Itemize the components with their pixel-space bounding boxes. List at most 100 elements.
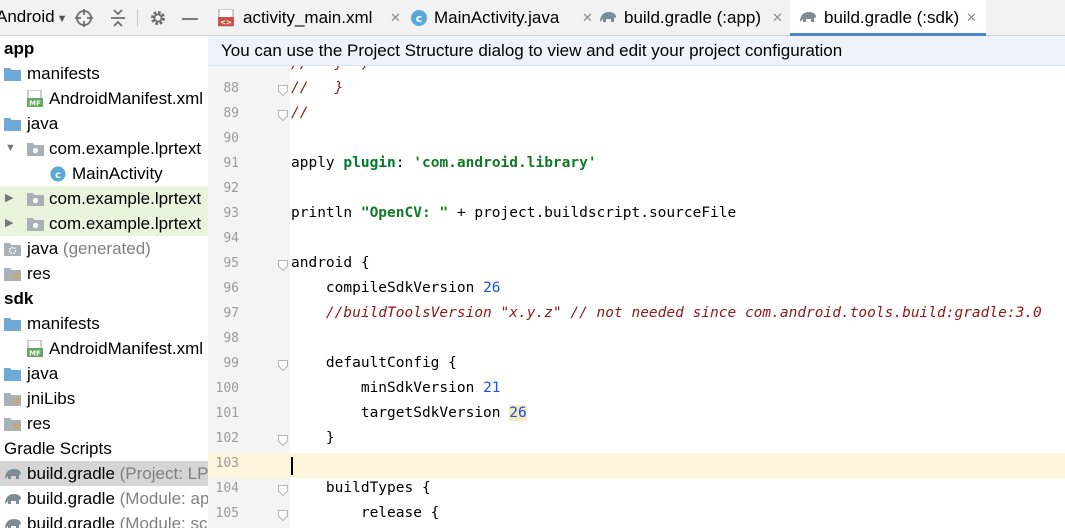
tab-main-activity-java[interactable]: c MainActivity.java ✕ — [410, 0, 598, 36]
code-token: 21 — [483, 380, 501, 396]
code-line[interactable]: 99 defaultConfig { — [208, 353, 1065, 378]
tree-node-label: java — [27, 114, 59, 133]
code-line[interactable]: 94 — [208, 228, 1065, 253]
tab-label: build.gradle (:sdk) — [824, 8, 960, 27]
code-line-current[interactable]: 103 — [208, 453, 1065, 478]
code-editor[interactable]: // } ) 88 // } 89 // 90 91 apply plugin: 'com.… — [208, 66, 1065, 528]
chevron-right-icon[interactable]: ▶ — [5, 211, 13, 236]
gradle-elephant-icon — [800, 12, 816, 22]
code-text: println "OpenCV: " + project.buildscript… — [291, 205, 736, 221]
fold-marker-icon[interactable] — [278, 85, 288, 96]
code-line[interactable]: 100 minSdkVersion 21 — [208, 378, 1065, 403]
gradle-elephant-icon — [5, 494, 21, 504]
project-tree: app manifests MF AndroidManifest.xml jav… — [0, 36, 209, 528]
tree-node-manifest-file[interactable]: MF AndroidManifest.xml — [0, 86, 208, 111]
tree-node-sdk[interactable]: sdk — [0, 286, 208, 311]
fold-marker-icon[interactable] — [278, 360, 288, 371]
tree-node-app[interactable]: app — [0, 36, 208, 61]
code-line[interactable]: 91 apply plugin: 'com.android.library' — [208, 153, 1065, 178]
tree-node-label: AndroidManifest.xml — [49, 89, 204, 108]
manifest-file-icon: MF — [27, 340, 43, 358]
code-line[interactable]: 95 android { — [208, 253, 1065, 278]
code-line[interactable]: 104 buildTypes { — [208, 478, 1065, 503]
resource-folder-icon — [4, 418, 21, 431]
line-number: 93 — [223, 206, 239, 221]
tree-node-build-gradle-sdk[interactable]: build.gradle (Module: sc — [0, 511, 208, 528]
tree-node-package[interactable]: ▶ com.example.lprtext — [0, 186, 208, 211]
fold-marker-icon[interactable] — [278, 510, 288, 521]
code-line[interactable]: 105 release { — [208, 503, 1065, 528]
line-number: 97 — [223, 306, 239, 321]
code-token: compileSdkVersion — [291, 280, 484, 296]
tab-build-gradle-sdk[interactable]: build.gradle (:sdk) ✕ — [790, 0, 986, 36]
code-line[interactable]: 92 — [208, 178, 1065, 203]
fold-marker-icon[interactable] — [278, 110, 288, 121]
tree-node-build-gradle-app[interactable]: build.gradle (Module: ap — [0, 486, 208, 511]
tree-node-manifests[interactable]: manifests — [0, 311, 208, 336]
close-icon[interactable]: ✕ — [390, 0, 401, 36]
tree-node-label: res — [27, 414, 51, 433]
code-text: // — [291, 105, 308, 121]
layout-file-icon: <> — [218, 9, 234, 27]
code-text: compileSdkVersion 26 — [291, 280, 501, 296]
tree-node-java-generated[interactable]: java (generated) — [0, 236, 208, 261]
chevron-right-icon[interactable]: ▶ — [5, 186, 13, 211]
tree-node-res[interactable]: res — [0, 261, 208, 286]
close-icon[interactable]: ✕ — [772, 0, 783, 36]
tab-label: MainActivity.java — [434, 8, 560, 27]
tree-node-label: res — [27, 264, 51, 283]
tree-node-label: app — [4, 39, 35, 58]
code-token: apply — [291, 155, 344, 171]
close-icon[interactable]: ✕ — [966, 0, 977, 36]
tab-label: build.gradle (:app) — [624, 8, 762, 27]
line-number: 101 — [215, 406, 239, 421]
tree-node-package[interactable]: ▶ com.example.lprtext — [0, 211, 208, 236]
tree-node-label: build.gradle — [27, 489, 115, 508]
tree-node-build-gradle-project[interactable]: build.gradle (Project: LP — [0, 461, 208, 486]
code-line[interactable]: 101 targetSdkVersion 26 — [208, 403, 1065, 428]
collapse-all-icon[interactable] — [108, 8, 128, 28]
tree-node-java[interactable]: java — [0, 361, 208, 386]
code-token: buildTypes { — [291, 480, 431, 496]
folder-icon — [4, 318, 21, 331]
code-line[interactable]: 97 //buildToolsVersion "x.y.z" // not ne… — [208, 303, 1065, 328]
target-icon[interactable] — [74, 8, 94, 28]
tree-node-manifests[interactable]: manifests — [0, 61, 208, 86]
gear-icon[interactable] — [148, 8, 168, 28]
tree-node-label-group: build.gradle (Module: sc — [27, 511, 208, 528]
tree-node-java[interactable]: java — [0, 111, 208, 136]
line-number: 96 — [223, 281, 239, 296]
fold-marker-icon[interactable] — [278, 435, 288, 446]
tree-node-jnilibs[interactable]: jniLibs — [0, 386, 208, 411]
code-line[interactable]: 98 — [208, 328, 1065, 353]
tree-node-res[interactable]: res — [0, 411, 208, 436]
tree-node-main-activity[interactable]: c MainActivity — [0, 161, 208, 186]
code-line[interactable]: 90 — [208, 128, 1065, 153]
svg-text:c: c — [416, 12, 423, 25]
banner-text: You can use the Project Structure dialog… — [221, 41, 843, 60]
tree-node-gradle-scripts[interactable]: Gradle Scripts — [0, 436, 208, 461]
tab-build-gradle-app[interactable]: build.gradle (:app) ✕ — [598, 0, 788, 36]
code-line[interactable]: 93 println "OpenCV: " + project.buildscri… — [208, 203, 1065, 228]
tree-node-label: Gradle Scripts — [4, 439, 112, 458]
svg-text:<>: <> — [220, 19, 232, 27]
fold-marker-icon[interactable] — [278, 485, 288, 496]
line-number: 91 — [223, 156, 239, 171]
view-selector[interactable]: Android ▼ — [0, 7, 68, 27]
code-line[interactable]: 89 // — [208, 103, 1065, 128]
tree-node-manifest-file[interactable]: MF AndroidManifest.xml — [0, 336, 208, 361]
tab-activity-main-xml[interactable]: <> activity_main.xml ✕ — [218, 0, 402, 36]
code-token: plugin — [343, 155, 396, 171]
chevron-down-icon[interactable]: ▼ — [5, 136, 16, 161]
tree-node-label: com.example.lprtext — [49, 189, 202, 208]
code-text: buildTypes { — [291, 480, 431, 496]
code-line[interactable]: 96 compileSdkVersion 26 — [208, 278, 1065, 303]
chevron-down-icon: ▼ — [56, 13, 68, 25]
fold-marker-icon[interactable] — [278, 260, 288, 271]
close-icon[interactable]: ✕ — [582, 0, 593, 36]
tree-node-package[interactable]: ▼ com.example.lprtext — [0, 136, 208, 161]
minimize-icon[interactable] — [180, 8, 200, 28]
code-line[interactable]: 102 } — [208, 428, 1065, 453]
view-selector-label: Android — [0, 7, 55, 26]
code-line[interactable]: 88 // } — [208, 78, 1065, 103]
